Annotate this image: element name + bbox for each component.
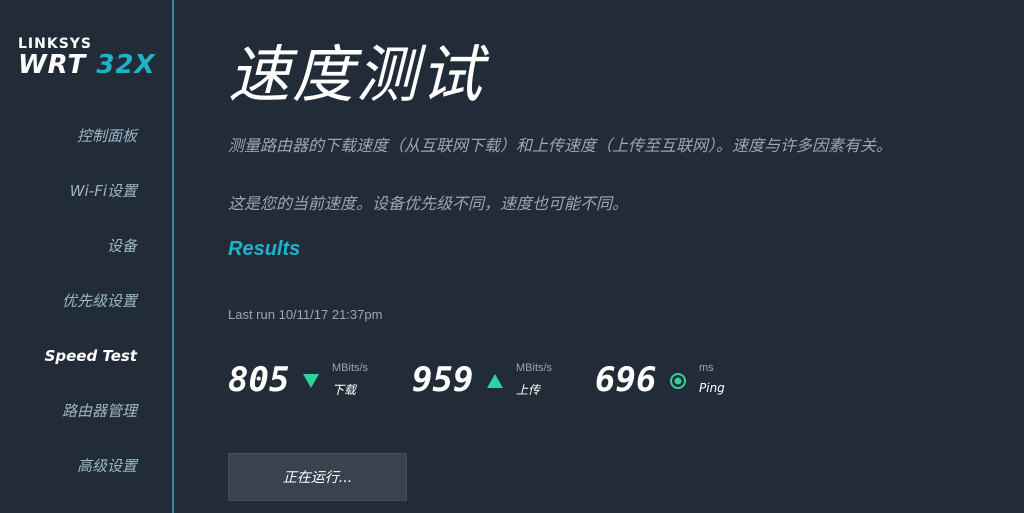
last-run-timestamp: Last run 10/11/17 21:37pm <box>228 307 383 322</box>
sidebar-nav: 控制面板 Wi-Fi设置 设备 优先级设置 Speed Test 路由器管理 高… <box>0 118 172 503</box>
nav-item-advanced-settings[interactable]: 高级设置 <box>0 448 172 503</box>
download-unit: MBits/s <box>332 362 369 374</box>
page-title: 速度测试 <box>228 38 485 111</box>
logo-model-prefix: WRT <box>18 50 87 80</box>
results-heading: Results <box>228 238 301 260</box>
nav-item-wifi-settings[interactable]: Wi-Fi设置 <box>0 173 172 228</box>
ping-label: Ping <box>699 381 725 395</box>
download-arrow-icon <box>303 374 319 388</box>
upload-value: 959 <box>412 350 480 394</box>
ping-value-text: 696 <box>595 360 657 394</box>
ping-target-icon <box>670 373 686 389</box>
upload-unit: MBits/s <box>516 362 553 374</box>
page-description: 测量路由器的下载速度（从互联网下载）和上传速度（上传至互联网）。速度与许多因素有… <box>228 136 893 155</box>
upload-arrow-icon <box>487 374 503 388</box>
nav-item-router-admin[interactable]: 路由器管理 <box>0 393 172 448</box>
upload-value-text: 959 <box>412 360 474 394</box>
download-value: 805 <box>228 350 296 394</box>
logo-model-accent: 32X <box>96 50 156 80</box>
nav-item-devices[interactable]: 设备 <box>0 228 172 283</box>
nav-item-dashboard[interactable]: 控制面板 <box>0 118 172 173</box>
running-button[interactable]: 正在运行... <box>228 453 407 501</box>
upload-label: 上传 <box>516 383 541 397</box>
sidebar: LINKSYS WRT 32X 控制面板 Wi-Fi设置 设备 优先级设置 Sp… <box>0 0 174 513</box>
page-subdescription: 这是您的当前速度。设备优先级不同，速度也可能不同。 <box>228 194 629 213</box>
nav-item-priority-settings[interactable]: 优先级设置 <box>0 283 172 338</box>
linksys-logo[interactable]: LINKSYS WRT 32X <box>18 36 156 80</box>
nav-item-speed-test[interactable]: Speed Test <box>0 338 172 393</box>
download-label: 下载 <box>332 383 357 397</box>
download-value-text: 805 <box>228 360 290 394</box>
ping-unit: ms <box>699 362 714 374</box>
logo-model: WRT 32X <box>18 50 156 80</box>
ping-value: 696 <box>595 350 663 394</box>
